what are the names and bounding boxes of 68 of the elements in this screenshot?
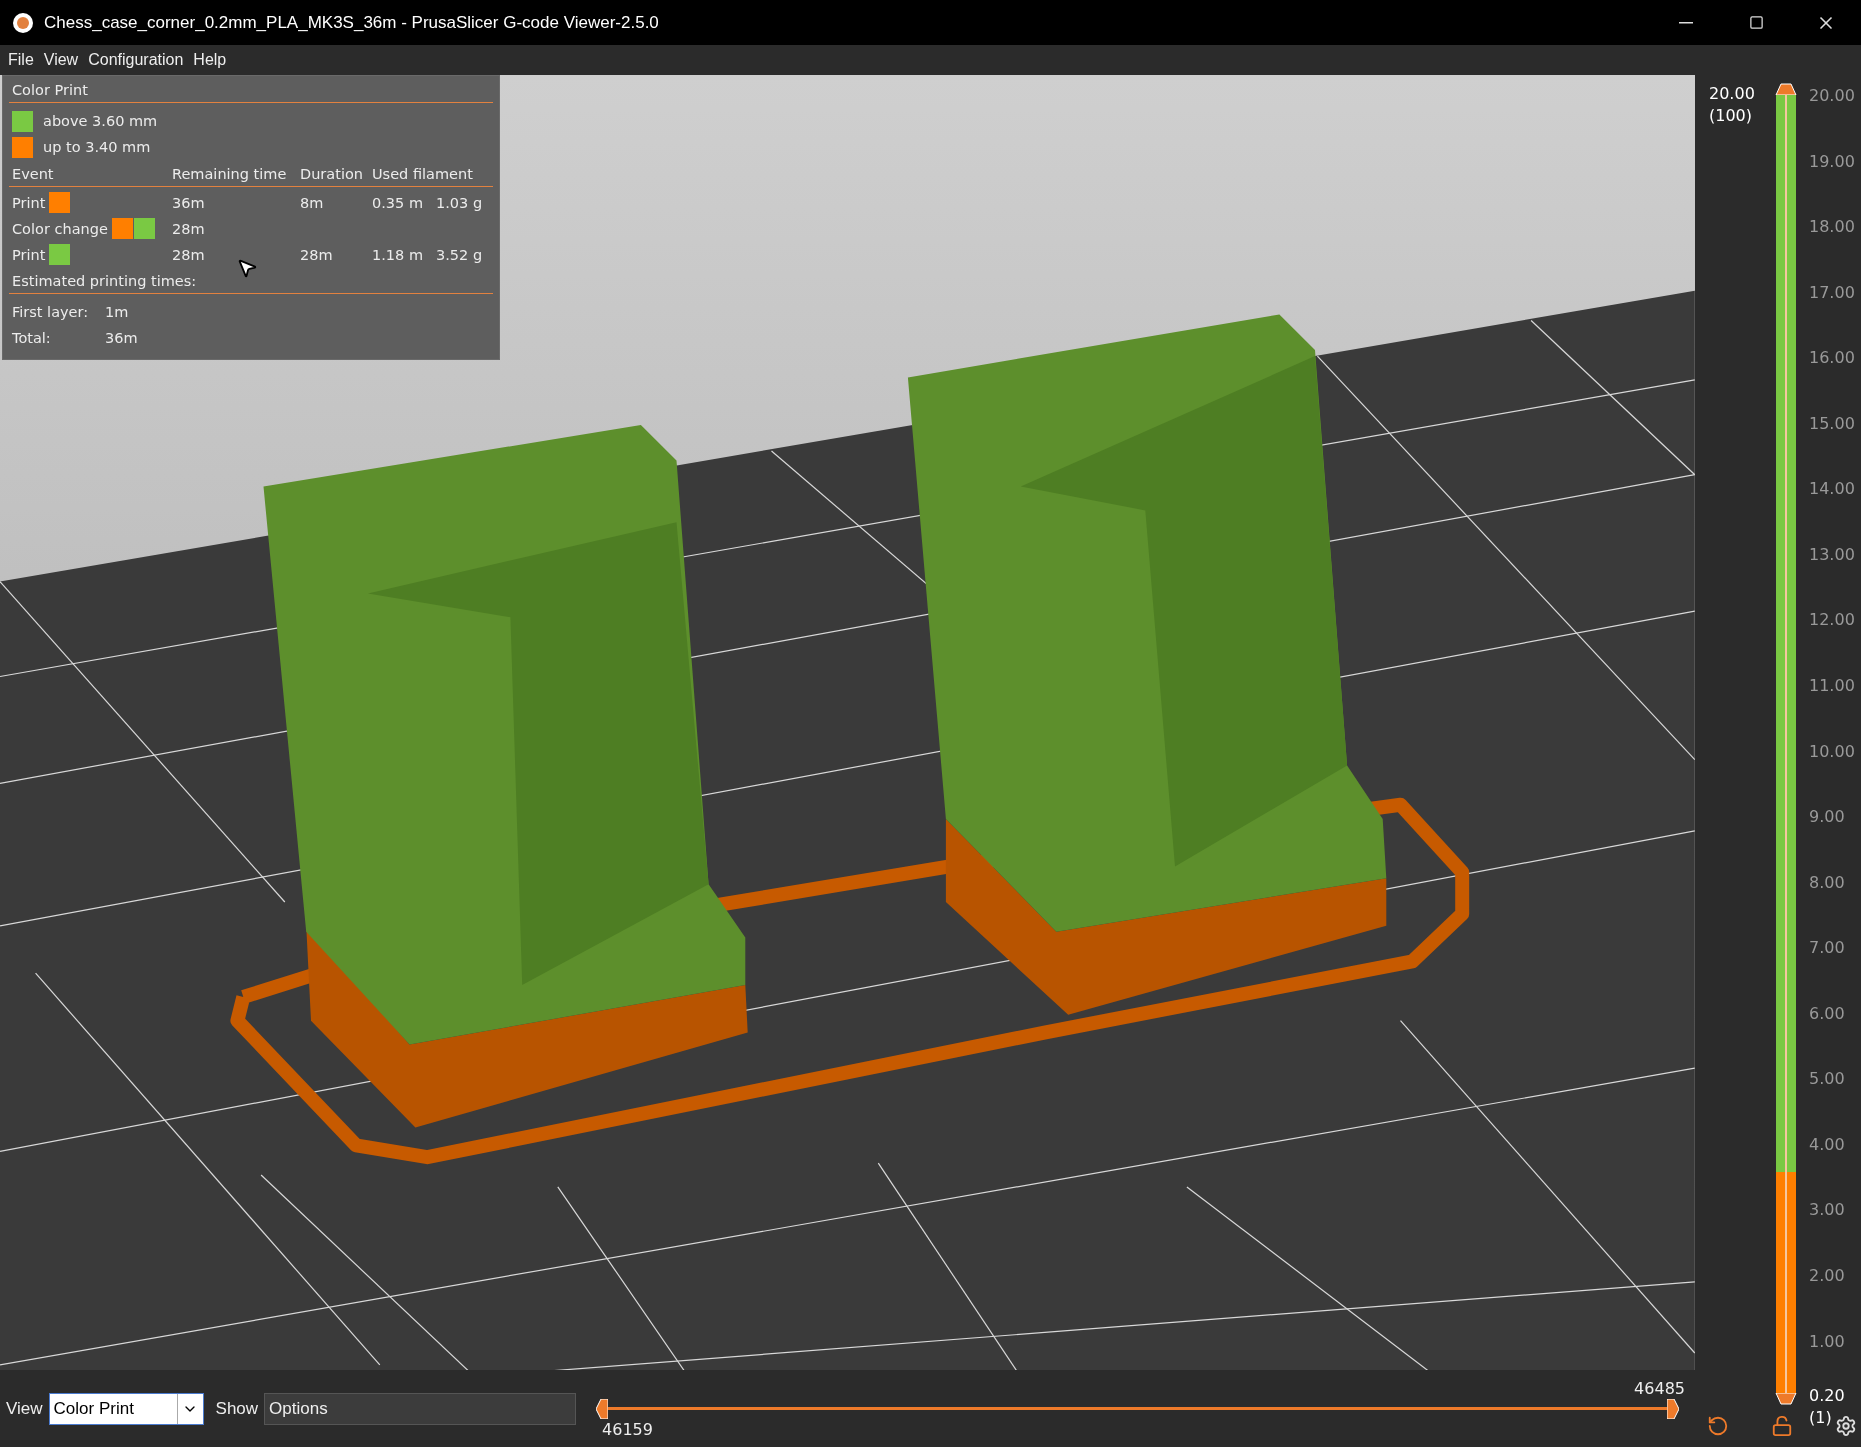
scale-label: 7.00 [1809, 937, 1845, 957]
scale-label: 13.00 [1809, 544, 1855, 564]
slider-value: 0.20 [1809, 1385, 1845, 1407]
view-select[interactable]: Color Print [48, 1392, 204, 1425]
minimize-icon [1679, 21, 1693, 24]
remaining-time: 36m [172, 194, 206, 211]
remaining-time: 28m [172, 246, 206, 263]
scale-label: 8.00 [1809, 872, 1845, 892]
slider-handle[interactable] [1667, 1398, 1679, 1419]
legend-title: Color Print [11, 82, 88, 98]
filament-length: 1.18 m [372, 246, 425, 263]
app-logo-icon [12, 11, 34, 34]
legend-label: up to 3.40 mm [43, 139, 151, 155]
settings-icon[interactable] [1835, 1415, 1857, 1437]
scale-label: 14.00 [1809, 478, 1855, 498]
scale-label: 19.00 [1809, 151, 1855, 171]
show-select[interactable]: Options [264, 1392, 577, 1425]
column-header: Remaining time [172, 166, 288, 182]
scale-label: 6.00 [1809, 1003, 1845, 1023]
times-title: Estimated printing times: [11, 273, 197, 289]
duration: 28m [300, 246, 334, 263]
slider-value: 46159 [602, 1419, 653, 1439]
layer-number: (1) [1809, 1407, 1833, 1429]
scale-label: 2.00 [1809, 1265, 1845, 1285]
slider-value: 46485 [1634, 1378, 1685, 1398]
layer-number: (100) [1709, 105, 1754, 127]
scale-label: 15.00 [1809, 413, 1855, 433]
menu-item[interactable]: Configuration [84, 51, 188, 69]
scale-label: 5.00 [1809, 1068, 1845, 1088]
event-name: Print [12, 246, 46, 263]
filament-length: 0.35 m [372, 194, 425, 211]
window-title: Chess_case_corner_0.2mm_PLA_MK3S_36m - PrusaSlicer G-code Viewer-2.5.0 [44, 12, 660, 33]
filament-weight: 3.52 g [436, 246, 484, 263]
filament-weight: 1.03 g [436, 194, 484, 211]
scale-label: 3.00 [1809, 1199, 1845, 1219]
duration: 8m [300, 194, 325, 211]
unlock-icon[interactable] [1771, 1415, 1793, 1437]
scale-label: 17.00 [1809, 282, 1855, 302]
column-header: Used filament [372, 166, 474, 182]
scale-label: 1.00 [1809, 1331, 1845, 1351]
scale-label: 18.00 [1809, 216, 1855, 236]
time-label: Total: [12, 330, 52, 346]
menu-item[interactable]: View [39, 51, 83, 69]
legend-label: above 3.60 mm [43, 113, 158, 129]
scale-label: 11.00 [1809, 675, 1855, 695]
column-header: Event [12, 166, 55, 182]
event-name: Color change [12, 220, 108, 237]
scale-label: 16.00 [1809, 347, 1855, 367]
scale-label: 9.00 [1809, 806, 1845, 826]
slider-value: 20.00 [1709, 83, 1756, 105]
show-label: Show [215, 1398, 259, 1419]
remaining-time: 28m [172, 220, 206, 237]
column-header: Duration [300, 166, 364, 182]
maximize-icon [1748, 15, 1764, 30]
scale-label: 10.00 [1809, 741, 1855, 761]
scale-label: 12.00 [1809, 609, 1855, 629]
time-value: 1m [105, 304, 130, 320]
event-name: Print [12, 194, 46, 211]
time-label: First layer: [12, 304, 90, 320]
menu-item[interactable]: Help [189, 51, 231, 69]
slider-handle[interactable] [596, 1398, 609, 1419]
3d-print-preview-drawing[interactable] [0, 75, 1695, 1370]
scale-label: 4.00 [1809, 1134, 1845, 1154]
menu-item[interactable]: File [4, 51, 38, 69]
reset-icon[interactable] [1707, 1415, 1729, 1437]
view-label: View [6, 1398, 43, 1419]
scale-label: 20.00 [1809, 85, 1855, 105]
time-value: 36m [105, 330, 139, 346]
